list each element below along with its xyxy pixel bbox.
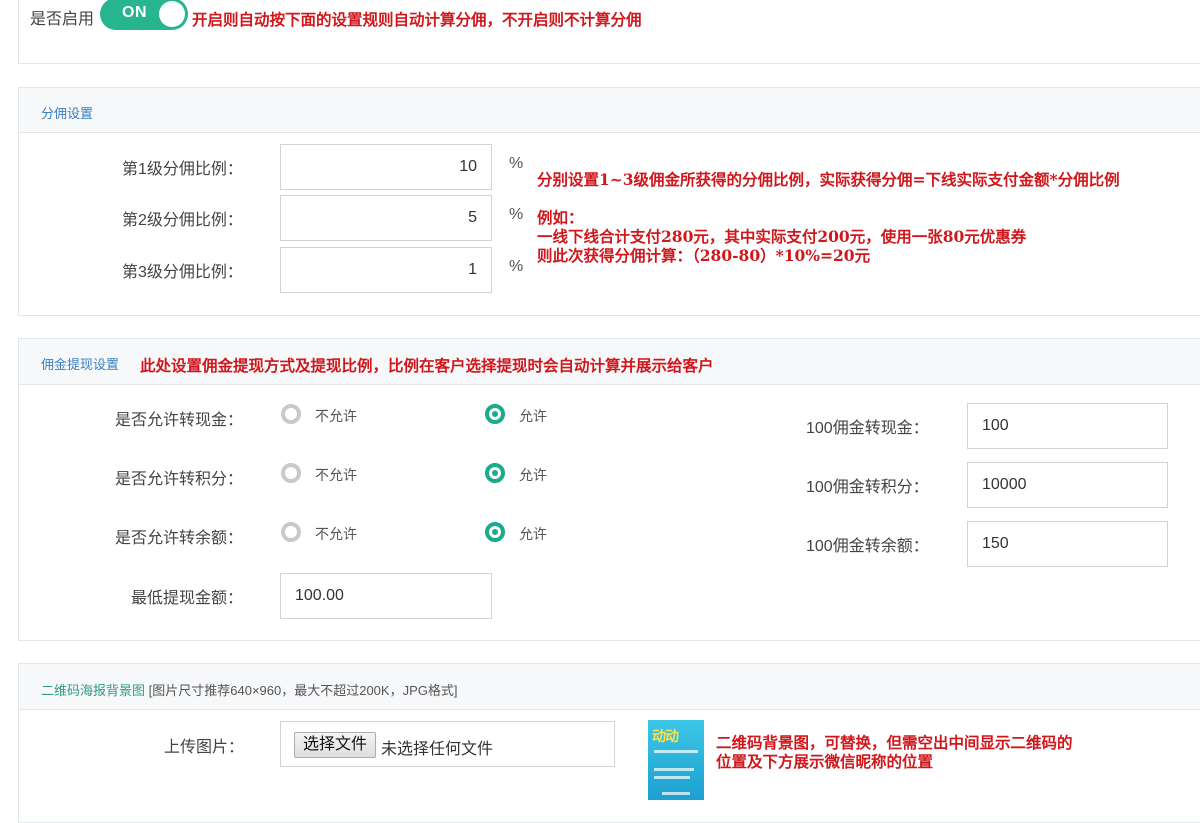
- withdraw-cash-allow-radio[interactable]: [485, 404, 505, 424]
- withdraw-points-allow-label[interactable]: 允许: [519, 465, 547, 485]
- enable-toggle[interactable]: ON: [100, 0, 188, 30]
- withdraw-points-rate-input[interactable]: [967, 462, 1168, 508]
- withdraw-balance-rate-label: 100佣金转余额：: [806, 538, 929, 555]
- withdraw-points-rate-label: 100佣金转积分：: [806, 479, 929, 496]
- withdraw-cash-label: 是否允许转现金：: [115, 412, 244, 429]
- commission-note-line1: 分别设置1~3级佣金所获得的分佣比例，实际获得分佣=下线实际支付金额*分佣比例: [537, 170, 1120, 189]
- withdraw-points-deny-radio[interactable]: [281, 463, 301, 483]
- qrcode-hint: [图片尺寸推荐640×960，最大不超过200K，JPG格式]: [148, 683, 458, 698]
- enable-note: 开启则自动按下面的设置规则自动计算分佣，不开启则不计算分佣: [192, 10, 642, 29]
- qrcode-title-text: 二维码海报背景图: [41, 683, 146, 698]
- commission-level2-label: 第2级分佣比例：: [122, 212, 243, 229]
- withdraw-cash-rate-input[interactable]: [967, 403, 1168, 449]
- withdraw-balance-allow-radio[interactable]: [485, 522, 505, 542]
- withdraw-cash-rate-label: 100佣金转现金：: [806, 420, 929, 437]
- withdraw-balance-rate-input[interactable]: [967, 521, 1168, 567]
- qrcode-note-line1: 二维码背景图，可替换，但需空出中间显示二维码的: [716, 733, 1073, 752]
- file-status-text: 未选择任何文件: [381, 741, 494, 758]
- commission-level1-unit: %: [509, 155, 524, 172]
- withdraw-cash-deny-label[interactable]: 不允许: [315, 406, 357, 426]
- withdraw-points-allow-radio[interactable]: [485, 463, 505, 483]
- qrcode-panel-header: 二维码海报背景图 [图片尺寸推荐640×960，最大不超过200K，JPG格式]: [19, 664, 1200, 710]
- thumbnail-decoration: [654, 776, 690, 779]
- commission-level3-unit: %: [509, 258, 524, 275]
- withdraw-points-label: 是否允许转积分：: [115, 471, 244, 488]
- commission-level1-input[interactable]: [280, 144, 492, 190]
- commission-panel-header: 分佣设置: [19, 88, 1200, 133]
- withdraw-title: 佣金提现设置: [41, 357, 120, 372]
- withdraw-note: 此处设置佣金提现方式及提现比例，比例在客户选择提现时会自动计算并展示给客户: [140, 356, 714, 375]
- commission-level2-input[interactable]: [280, 195, 492, 241]
- withdraw-balance-deny-label[interactable]: 不允许: [315, 524, 357, 544]
- commission-level3-input[interactable]: [280, 247, 492, 293]
- withdraw-min-label: 最低提现金额：: [131, 590, 244, 607]
- withdraw-cash-allow-label[interactable]: 允许: [519, 406, 547, 426]
- qrcode-upload-label: 上传图片：: [164, 739, 245, 756]
- commission-level2-unit: %: [509, 206, 524, 223]
- thumbnail-decoration: [662, 792, 690, 795]
- commission-note-line4: 则此次获得分佣计算：（280-80）*10%=20元: [537, 246, 871, 265]
- thumbnail-title: 动动: [652, 728, 679, 744]
- toggle-knob[interactable]: [159, 1, 185, 27]
- withdraw-cash-deny-radio[interactable]: [281, 404, 301, 424]
- qrcode-background-thumbnail[interactable]: 动动: [648, 720, 704, 800]
- thumbnail-decoration: [654, 750, 698, 753]
- qrcode-file-input[interactable]: 选择文件 未选择任何文件: [280, 721, 615, 767]
- withdraw-points-deny-label[interactable]: 不允许: [315, 465, 357, 485]
- qrcode-note-line2: 位置及下方展示微信昵称的位置: [716, 752, 934, 771]
- commission-title: 分佣设置: [41, 106, 94, 121]
- withdraw-min-input[interactable]: [280, 573, 492, 619]
- commission-note-line2: 例如：: [537, 208, 584, 227]
- withdraw-balance-deny-radio[interactable]: [281, 522, 301, 542]
- choose-file-button[interactable]: 选择文件: [294, 732, 377, 758]
- commission-level3-label: 第3级分佣比例：: [122, 264, 243, 281]
- enable-label: 是否启用: [30, 11, 95, 28]
- commission-level1-label: 第1级分佣比例：: [122, 161, 243, 178]
- commission-note-line3: 一线下线合计支付280元，其中实际支付200元，使用一张80元优惠券: [537, 227, 1027, 246]
- withdraw-balance-label: 是否允许转余额：: [115, 530, 244, 547]
- withdraw-balance-allow-label[interactable]: 允许: [519, 524, 547, 544]
- thumbnail-decoration: [654, 768, 694, 771]
- qrcode-title: 二维码海报背景图 [图片尺寸推荐640×960，最大不超过200K，JPG格式]: [41, 680, 457, 699]
- toggle-on-text: ON: [122, 4, 147, 21]
